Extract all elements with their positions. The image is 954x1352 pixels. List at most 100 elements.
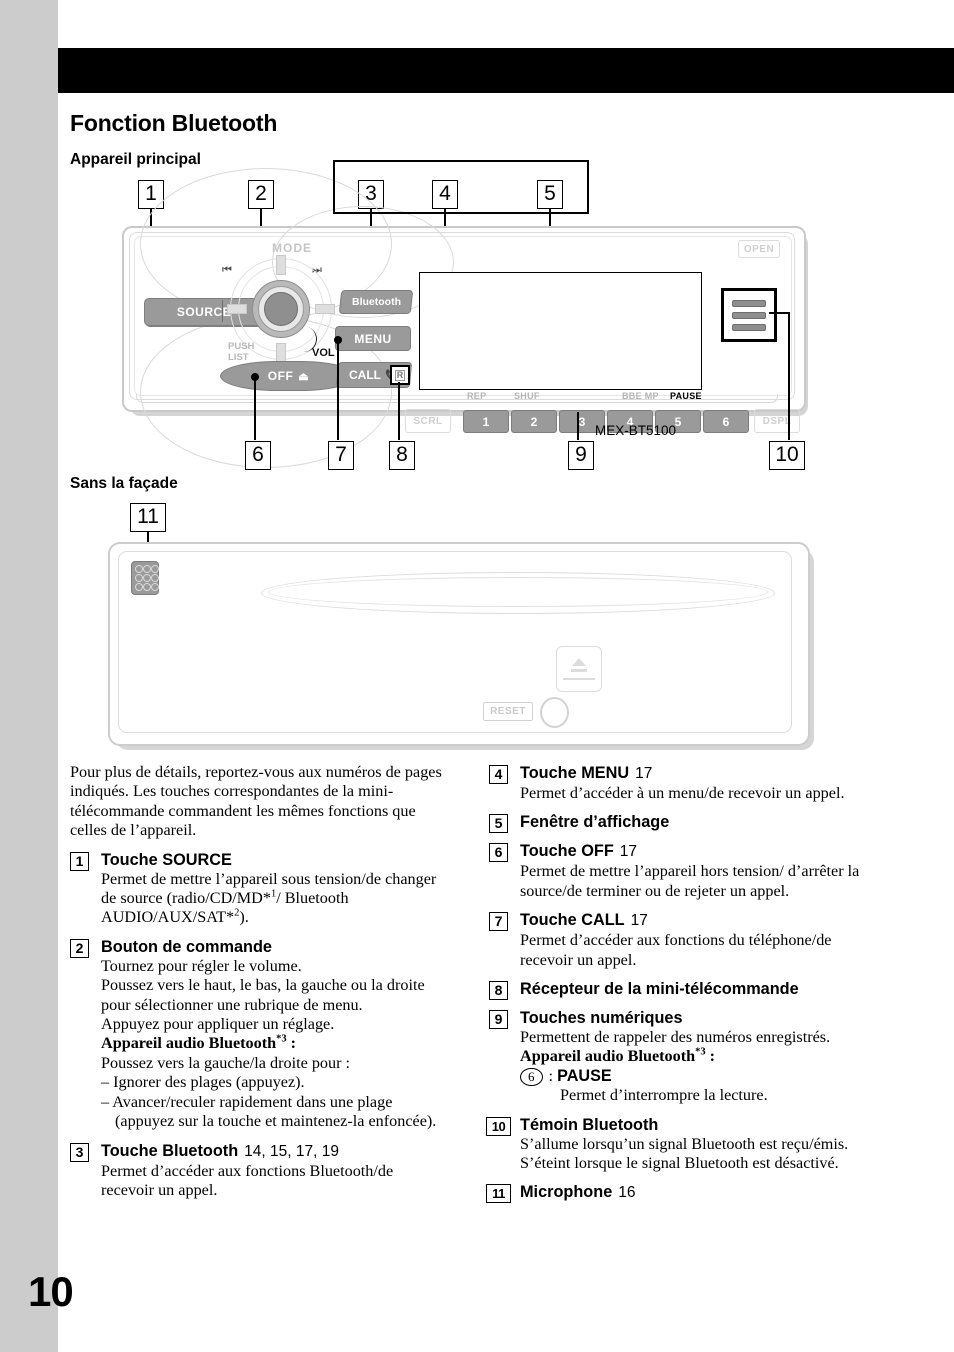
legend-item-6: 6 Touche OFF 17 Permet de mettre l’appare… xyxy=(489,841,877,901)
dial-tick-down xyxy=(276,343,286,363)
bluetooth-indicator-bar-1 xyxy=(732,299,766,307)
legend-title-1: Touche SOURCE xyxy=(101,850,232,869)
model-number: MEX-BT5100 xyxy=(595,423,677,438)
legend-body-2-l6: – Ignorer des plages (appuyez). xyxy=(101,1073,305,1092)
legend-item-8: 8 Récepteur de la mini-télécommande xyxy=(489,979,877,1001)
header-rule xyxy=(58,48,954,93)
call-button-label: CALL xyxy=(349,368,382,382)
page-edge-band xyxy=(0,0,58,1352)
legend-title-4: Touche MENU 17 xyxy=(520,764,653,782)
legend-number-6: 6 xyxy=(489,843,508,863)
legend-number-11: 11 xyxy=(486,1184,511,1204)
legend-body-2-l5: Poussez vers la gauche/la droite pour : xyxy=(101,1053,351,1072)
off-button-label: OFF xyxy=(267,369,294,383)
microphone-grille xyxy=(131,561,159,595)
eject-bar-small xyxy=(571,669,587,672)
scrl-button[interactable]: SCRL xyxy=(405,409,451,433)
dial-tick-left xyxy=(227,304,247,314)
legend-title-9: Touches numériques xyxy=(520,1009,683,1028)
legend-title-6: Touche OFF 17 xyxy=(520,842,638,861)
reset-button[interactable] xyxy=(540,697,569,728)
dial-tick-up xyxy=(276,255,286,275)
legend-pages-6: 17 xyxy=(619,843,638,861)
legend-title-5: Fenêtre d’affichage xyxy=(520,813,670,832)
legend-body-2-l1: Tournez pour régler le volume. xyxy=(101,956,302,975)
legend-body-2-l2: Poussez vers le haut, le bas, la gauche … xyxy=(101,976,425,1014)
bluetooth-indicator-bar-2 xyxy=(732,311,766,319)
leader-line-7 xyxy=(337,340,339,440)
callout-9: 9 xyxy=(568,441,594,470)
callout-6: 6 xyxy=(245,441,271,470)
disc-slot-inner xyxy=(268,577,768,607)
remote-receiver-label: R xyxy=(394,369,406,381)
legend-body-9-l2: Appareil audio Bluetooth*3 : xyxy=(520,1047,716,1066)
legend-number-5: 5 xyxy=(489,814,508,834)
push-label: PUSH xyxy=(228,341,255,352)
legend-number-9: 9 xyxy=(489,1010,508,1030)
legend-body-9-l3: 6 : PAUSE xyxy=(520,1067,877,1086)
leader-line-10b xyxy=(769,312,790,314)
dspl-button[interactable]: DSPL xyxy=(754,409,800,433)
legend-number-1: 1 xyxy=(70,851,89,871)
leader-line-6 xyxy=(254,377,256,440)
lower-unit-illustration: RESET xyxy=(108,542,814,750)
open-label: OPEN xyxy=(738,240,780,258)
dial-knob-inner xyxy=(264,292,298,326)
preset-button-2[interactable]: 2 xyxy=(511,410,557,433)
description-column-right: 4 Touche MENU 17 Permet d’accéder à un me… xyxy=(486,763,877,1212)
legend-pages-4: 17 xyxy=(635,765,653,782)
vol-label: VOL xyxy=(312,347,335,359)
legend-item-1: 1 Touche SOURCE Permet de mettre l’appar… xyxy=(70,850,448,928)
section-heading-without-panel: Sans la façade xyxy=(70,475,178,492)
legend-number-4: 4 xyxy=(489,765,508,784)
legend-title-10: Témoin Bluetooth xyxy=(520,1115,659,1134)
legend-body-3: Permet d’accéder aux fonctions Bluetooth… xyxy=(101,1161,394,1199)
callout-7: 7 xyxy=(328,441,354,470)
preset-group-highlight xyxy=(333,160,589,214)
eject-bar-large xyxy=(563,677,595,680)
legend-number-7: 7 xyxy=(489,912,508,932)
legend-number-3: 3 xyxy=(70,1142,89,1162)
callout-8: 8 xyxy=(389,441,415,470)
legend-item-10: 10 Témoin Bluetooth S’allume lorsqu’un s… xyxy=(486,1115,877,1174)
source-button-label: SOURCE xyxy=(176,305,232,319)
legend-item-7: 7 Touche CALL 17 Permet d’accéder aux fon… xyxy=(489,910,877,970)
legend-number-10: 10 xyxy=(486,1116,511,1136)
dial-tick-right xyxy=(315,304,335,314)
legend-item-4: 4 Touche MENU 17 Permet d’accéder à un me… xyxy=(489,763,877,803)
preset-label-rep: REP xyxy=(467,391,487,401)
callout-11: 11 xyxy=(130,503,166,532)
legend-number-2: 2 xyxy=(70,938,89,958)
legend-body-6: Permet de mettre l’appareil hors tension… xyxy=(520,862,860,900)
preset-label-pause: PAUSE xyxy=(670,391,702,401)
bluetooth-button[interactable]: Bluetooth xyxy=(338,290,414,314)
legend-pages-11: 16 xyxy=(618,1184,636,1202)
legend-body-10: S’allume lorsqu’un signal Bluetooth est … xyxy=(520,1134,849,1173)
leader-line-10 xyxy=(788,312,790,440)
menu-button[interactable]: MENU xyxy=(335,326,411,351)
main-unit-illustration: SOURCE MODE ⏮ ⏭ PUSH LIST VOL OFF ⏏ Blue… xyxy=(122,168,808,468)
eject-triangle-icon xyxy=(572,658,586,666)
legend-title-8: Récepteur de la mini-télécommande xyxy=(520,980,799,999)
preset-button-6[interactable]: 6 xyxy=(703,410,749,433)
preset-label-shuf: SHUF xyxy=(514,391,540,401)
intro-paragraph: Pour plus de détails, reportez-vous aux … xyxy=(70,763,442,840)
legend-title-7: Touche CALL 17 xyxy=(520,911,648,930)
legend-body-7: Permet d’accéder aux fonctions du téléph… xyxy=(520,931,832,969)
legend-item-9: 9 Touches numériques Permettent de rappe… xyxy=(489,1008,877,1106)
preset-button-1[interactable]: 1 xyxy=(463,410,509,433)
legend-item-2: 2 Bouton de commande Tournez pour régler… xyxy=(70,937,448,1132)
legend-item-3: 3 Touche Bluetooth 14, 15, 17, 19 Permet … xyxy=(70,1141,448,1201)
legend-body-9-l1: Permettent de rappeler des numéros enreg… xyxy=(520,1028,831,1047)
reset-label: RESET xyxy=(483,702,533,721)
preset-6-icon: 6 xyxy=(520,1067,543,1086)
legend-title-2: Bouton de commande xyxy=(101,937,272,956)
eject-button[interactable] xyxy=(556,646,602,692)
bluetooth-indicator xyxy=(721,288,777,342)
preset-label-bbemp: BBE MP xyxy=(622,391,659,401)
menu-button-label: MENU xyxy=(354,331,392,346)
legend-title-3: Touche Bluetooth 14, 15, 17, 19 xyxy=(101,1141,339,1160)
legend-body-9-l4: Permet d’interrompre la lecture. xyxy=(560,1086,768,1105)
leader-line-9 xyxy=(577,412,579,440)
legend-pages-3: 14, 15, 17, 19 xyxy=(244,1142,339,1160)
